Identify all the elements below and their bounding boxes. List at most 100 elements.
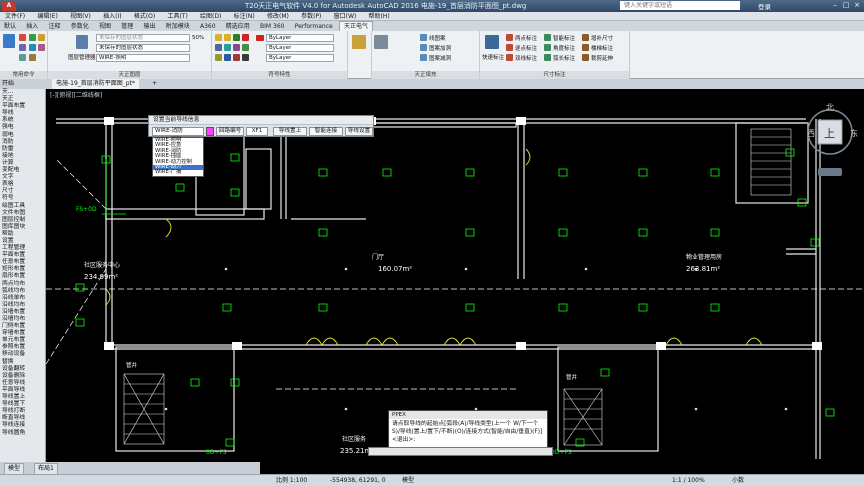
smart-connect-button[interactable]: 智能连接 bbox=[309, 127, 343, 136]
merge-icon[interactable] bbox=[224, 54, 231, 61]
pattern-icon[interactable] bbox=[420, 34, 427, 41]
close-icon[interactable]: × bbox=[852, 1, 862, 10]
menu-dimension[interactable]: 标注(N) bbox=[229, 12, 260, 21]
doc-tab-start[interactable]: 开始 bbox=[2, 79, 14, 89]
maximize-icon[interactable]: □ bbox=[841, 1, 851, 10]
transparency-value[interactable]: 50% bbox=[192, 35, 204, 41]
menu-window[interactable]: 窗口(W) bbox=[329, 12, 362, 21]
isolate-icon[interactable] bbox=[224, 44, 231, 51]
current-layer-combo[interactable]: WIRE-照明 bbox=[96, 54, 190, 62]
view-cube[interactable]: 上 北 西 东 bbox=[807, 98, 862, 190]
wire-settings-button[interactable]: 导线设置 bbox=[345, 127, 373, 136]
sun-icon[interactable] bbox=[224, 34, 231, 41]
tool-item[interactable]: 沿线单布 bbox=[0, 295, 45, 302]
color-red-icon[interactable] bbox=[256, 35, 264, 41]
search-input[interactable]: 键入关键字或短语 bbox=[620, 1, 740, 10]
minimize-icon[interactable]: – bbox=[830, 1, 840, 10]
tool-item[interactable]: 帮助 bbox=[0, 231, 45, 238]
freeze-icon[interactable] bbox=[233, 44, 240, 51]
compass-icon[interactable]: 上 北 西 东 bbox=[807, 98, 862, 190]
dim-item-7[interactable]: 楼梯标注 bbox=[591, 44, 613, 52]
wire-icon[interactable] bbox=[3, 34, 15, 48]
status-mode[interactable]: 模型 bbox=[402, 476, 414, 486]
tool-item[interactable]: 设备翻转 bbox=[0, 366, 45, 373]
wire-type-dropdown[interactable]: WIRE-照明 WIRE-应急 WIRE-消防 WIRE-插座 WIRE-动力控制 WIR… bbox=[152, 137, 204, 177]
bulb-icon[interactable] bbox=[215, 34, 222, 41]
menu-draw[interactable]: 绘图(D) bbox=[195, 12, 226, 21]
double-line-dim-icon[interactable] bbox=[506, 54, 513, 61]
match-icon[interactable] bbox=[215, 44, 222, 51]
loop-number-input[interactable]: XF1 bbox=[246, 127, 268, 136]
dim-item-2[interactable]: 双线标注 bbox=[515, 54, 537, 62]
color-swatch-icon[interactable] bbox=[242, 34, 249, 41]
wire-up-button[interactable]: 导线置上 bbox=[273, 127, 307, 136]
walk-icon[interactable] bbox=[215, 54, 222, 61]
loop-number-button[interactable]: 回路编号 bbox=[216, 127, 244, 136]
command-input[interactable] bbox=[368, 447, 553, 456]
device-icon[interactable] bbox=[19, 34, 26, 41]
status-zoom[interactable]: 1:1 / 100% bbox=[672, 476, 705, 486]
menu-insert[interactable]: 插入(I) bbox=[98, 12, 126, 21]
smart-dim-icon[interactable] bbox=[544, 34, 551, 41]
fire-devices[interactable] bbox=[75, 148, 835, 447]
viewport-label[interactable]: [-][俯视][二维线框] bbox=[50, 91, 102, 99]
table-icon[interactable] bbox=[19, 54, 26, 61]
tool-item[interactable]: 两点均布 bbox=[0, 281, 45, 288]
socket-icon[interactable] bbox=[38, 34, 45, 41]
tool-item[interactable]: 弱电 bbox=[0, 132, 45, 139]
dim-item-5[interactable]: 弧长标注 bbox=[553, 54, 575, 62]
text-icon[interactable] bbox=[38, 44, 45, 51]
dim-item-4[interactable]: 角度标注 bbox=[553, 44, 575, 52]
menu-format[interactable]: 格式(O) bbox=[129, 12, 160, 21]
wire-type-option[interactable]: WIRE-广播 bbox=[153, 170, 203, 176]
dim-item-8[interactable]: 裁剪延伸 bbox=[591, 54, 613, 62]
tool-item[interactable]: 计算 bbox=[0, 160, 45, 167]
wire-type-combo[interactable]: WIRE-消防 bbox=[152, 127, 204, 136]
menu-edit[interactable]: 编辑(E) bbox=[32, 12, 62, 21]
fill-item-1[interactable]: 图案加洞 bbox=[429, 44, 451, 52]
tool-item[interactable]: 移动设备 bbox=[0, 351, 45, 358]
stair-dim-icon[interactable] bbox=[582, 44, 589, 51]
angle-dim-icon[interactable] bbox=[544, 44, 551, 51]
quick-dim-label[interactable]: 快速标注 bbox=[482, 53, 504, 61]
menu-parametric[interactable]: 参数(P) bbox=[296, 12, 326, 21]
menu-tools[interactable]: 工具(T) bbox=[162, 12, 192, 21]
tool-item[interactable]: 图库图块 bbox=[0, 224, 45, 231]
box-icon[interactable] bbox=[29, 44, 36, 51]
wire-color-swatch[interactable] bbox=[206, 127, 214, 136]
add-dim-icon[interactable] bbox=[582, 34, 589, 41]
new-tab-icon[interactable]: + bbox=[152, 79, 157, 89]
menu-view[interactable]: 视图(V) bbox=[65, 12, 96, 21]
dim-item-3[interactable]: 智能标注 bbox=[553, 34, 575, 42]
menu-modify[interactable]: 修改(M) bbox=[262, 12, 294, 21]
tool-item[interactable]: 符号 bbox=[0, 195, 45, 202]
color-combo[interactable]: ByLayer bbox=[266, 34, 334, 42]
dim-icon[interactable] bbox=[29, 54, 36, 61]
point-dim-icon[interactable] bbox=[506, 44, 513, 51]
tool-item[interactable]: 设置 bbox=[0, 238, 45, 245]
two-point-dim-icon[interactable] bbox=[506, 34, 513, 41]
tool-item[interactable]: 扇形布置 bbox=[0, 273, 45, 280]
tool-item[interactable]: 导线圆角 bbox=[0, 430, 45, 437]
layer-manager-icon[interactable] bbox=[76, 35, 88, 49]
login-link[interactable]: 登录 bbox=[758, 1, 771, 11]
layer-state-combo[interactable]: 未保存的图层状态 bbox=[96, 34, 190, 42]
menu-file[interactable]: 文件(F) bbox=[0, 12, 30, 21]
doc-tab-active[interactable]: 电施-19_首层消防平面图_pt* bbox=[52, 79, 139, 89]
lock-icon[interactable] bbox=[233, 34, 240, 41]
switch-icon[interactable] bbox=[29, 34, 36, 41]
layer-manager-label[interactable]: 图层管理器 bbox=[68, 53, 96, 61]
tool-item[interactable]: 消防 bbox=[0, 139, 45, 146]
fill-item-2[interactable]: 图案减洞 bbox=[429, 54, 451, 62]
linetype-combo[interactable]: ByLayer bbox=[266, 44, 334, 52]
tool-item[interactable]: 绘图工具 bbox=[0, 203, 45, 210]
tool-item[interactable]: 强电 bbox=[0, 124, 45, 131]
hatch-icon[interactable] bbox=[352, 35, 366, 49]
tool-item[interactable]: 设备删除 bbox=[0, 373, 45, 380]
arc-dim-icon[interactable] bbox=[544, 54, 551, 61]
tool-item[interactable]: 接地 bbox=[0, 153, 45, 160]
status-scale[interactable]: 比例 1:100 bbox=[276, 476, 307, 486]
dim-item-0[interactable]: 两点标注 bbox=[515, 34, 537, 42]
pattern-add-icon[interactable] bbox=[420, 44, 427, 51]
wcs-menu-icon[interactable] bbox=[818, 168, 842, 176]
